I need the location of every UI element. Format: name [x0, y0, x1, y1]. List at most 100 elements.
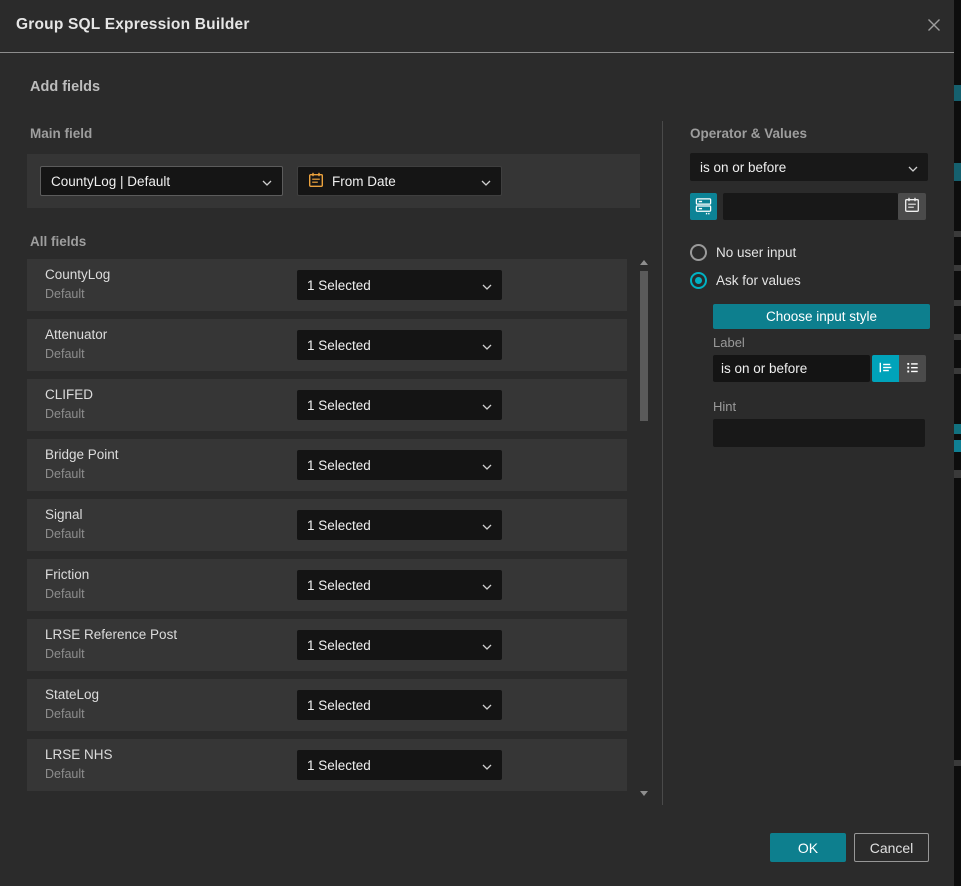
main-layer-dropdown[interactable]: CountyLog | Default [40, 166, 283, 196]
close-button[interactable] [923, 15, 945, 37]
field-row: CountyLog Default 1 Selected [27, 259, 627, 311]
field-row: LRSE Reference Post Default 1 Selected [27, 619, 627, 671]
radio-no-user-input[interactable]: No user input [690, 244, 796, 261]
background-app-edge-segment [954, 368, 961, 374]
cancel-button[interactable]: Cancel [854, 833, 929, 862]
background-app-edge-segment [954, 760, 961, 766]
field-type: Default [45, 467, 85, 481]
field-selected-dropdown[interactable]: 1 Selected [297, 450, 502, 480]
field-type: Default [45, 647, 85, 661]
field-selected-value: 1 Selected [307, 518, 474, 533]
title-bar: Group SQL Expression Builder [0, 0, 954, 53]
single-line-input-style-button[interactable] [872, 355, 899, 382]
background-app-edge-segment [954, 440, 961, 452]
all-fields-list: CountyLog Default 1 Selected Attenuator … [27, 259, 627, 791]
chevron-down-icon [482, 458, 492, 473]
panel-divider [662, 121, 663, 805]
field-row: LRSE NHS Default 1 Selected [27, 739, 627, 791]
align-left-icon [877, 359, 894, 379]
field-selected-value: 1 Selected [307, 338, 474, 353]
chevron-down-icon [482, 578, 492, 593]
chevron-down-icon [482, 518, 492, 533]
field-selected-dropdown[interactable]: 1 Selected [297, 690, 502, 720]
field-name: LRSE NHS [45, 747, 113, 762]
calendar-date-field-icon [308, 172, 324, 191]
field-row: Signal Default 1 Selected [27, 499, 627, 551]
chevron-down-icon [482, 758, 492, 773]
field-type: Default [45, 287, 85, 301]
field-selected-dropdown[interactable]: 1 Selected [297, 570, 502, 600]
field-selected-value: 1 Selected [307, 638, 474, 653]
date-value-input[interactable] [723, 193, 898, 220]
operator-dropdown[interactable]: is on or before [690, 153, 928, 181]
field-name: StateLog [45, 687, 99, 702]
choose-input-style-button[interactable]: Choose input style [713, 304, 930, 329]
field-selected-value: 1 Selected [307, 278, 474, 293]
field-selected-dropdown[interactable]: 1 Selected [297, 390, 502, 420]
field-selected-value: 1 Selected [307, 758, 474, 773]
background-app-edge-segment [954, 300, 961, 306]
field-type: Default [45, 587, 85, 601]
field-selected-dropdown[interactable]: 1 Selected [297, 630, 502, 660]
list-input-style-button[interactable] [899, 355, 926, 382]
field-row: Friction Default 1 Selected [27, 559, 627, 611]
field-name: Bridge Point [45, 447, 119, 462]
unique-values-button[interactable] [690, 193, 717, 220]
chevron-down-icon [908, 160, 918, 175]
chevron-down-icon [482, 278, 492, 293]
ok-button[interactable]: OK [770, 833, 846, 862]
bulleted-list-icon [904, 359, 921, 379]
background-app-edge-segment [954, 470, 961, 478]
scrollbar-thumb[interactable] [640, 271, 648, 421]
radio-ask-for-values-label: Ask for values [716, 273, 801, 288]
field-type: Default [45, 347, 85, 361]
radio-circle-icon [690, 244, 707, 261]
main-field-dropdown[interactable]: From Date [297, 166, 502, 196]
date-picker-button[interactable] [898, 193, 926, 220]
field-row: Bridge Point Default 1 Selected [27, 439, 627, 491]
dialog-title: Group SQL Expression Builder [16, 16, 250, 34]
background-app-edge-segment [954, 231, 961, 237]
unique-values-icon [694, 196, 713, 218]
main-layer-value: CountyLog | Default [51, 174, 254, 189]
main-field-box: CountyLog | Default From Date [27, 154, 640, 208]
field-name: CountyLog [45, 267, 110, 282]
radio-circle-selected-icon [690, 272, 707, 289]
field-type: Default [45, 767, 85, 781]
field-name: Signal [45, 507, 83, 522]
field-name: CLIFED [45, 387, 93, 402]
main-field-heading: Main field [30, 126, 92, 141]
close-icon [924, 15, 944, 38]
background-app-edge-segment [954, 334, 961, 340]
field-row: CLIFED Default 1 Selected [27, 379, 627, 431]
background-app-edge-segment [954, 424, 961, 434]
hint-input[interactable] [713, 419, 925, 447]
main-field-value: From Date [332, 174, 473, 189]
field-name: Friction [45, 567, 89, 582]
field-row: StateLog Default 1 Selected [27, 679, 627, 731]
group-sql-expression-builder-dialog: Group SQL Expression Builder Add fields … [0, 0, 961, 886]
chevron-down-icon [482, 638, 492, 653]
label-input[interactable] [713, 355, 870, 382]
radio-no-user-input-label: No user input [716, 245, 796, 260]
chevron-down-icon [262, 174, 272, 189]
scrollbar-down-arrow-icon[interactable] [640, 791, 648, 796]
label-caption: Label [713, 335, 745, 350]
field-selected-dropdown[interactable]: 1 Selected [297, 510, 502, 540]
field-selected-value: 1 Selected [307, 458, 474, 473]
all-fields-heading: All fields [30, 234, 86, 249]
field-selected-dropdown[interactable]: 1 Selected [297, 270, 502, 300]
radio-ask-for-values[interactable]: Ask for values [690, 272, 801, 289]
background-app-edge-segment [954, 163, 961, 181]
calendar-icon [904, 197, 920, 216]
field-selected-dropdown[interactable]: 1 Selected [297, 330, 502, 360]
field-type: Default [45, 527, 85, 541]
scrollbar-up-arrow-icon[interactable] [640, 260, 648, 265]
chevron-down-icon [481, 174, 491, 189]
field-name: Attenuator [45, 327, 107, 342]
field-row: Attenuator Default 1 Selected [27, 319, 627, 371]
add-fields-heading: Add fields [30, 79, 100, 95]
list-scrollbar [638, 258, 650, 798]
background-app-edge-segment [954, 265, 961, 271]
field-selected-dropdown[interactable]: 1 Selected [297, 750, 502, 780]
